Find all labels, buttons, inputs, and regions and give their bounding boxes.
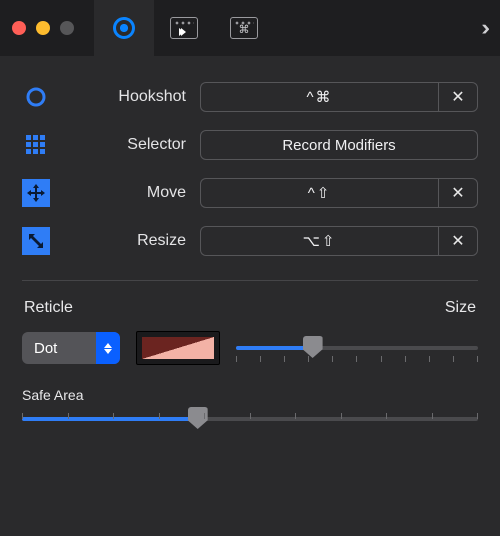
hookshot-icon — [22, 83, 50, 111]
reticle-size-slider[interactable] — [236, 346, 478, 350]
resize-icon — [22, 227, 50, 255]
selector-window-icon — [170, 17, 198, 39]
resize-shortcut-clear[interactable]: ✕ — [438, 226, 478, 256]
safe-area-section: Safe Area — [22, 387, 478, 421]
move-icon — [22, 179, 50, 207]
row-resize: Resize ⌥⇧ ✕ — [22, 226, 478, 256]
safe-area-heading: Safe Area — [22, 387, 478, 403]
hookshot-shortcut-clear[interactable]: ✕ — [438, 82, 478, 112]
tab-hookshot[interactable] — [94, 0, 154, 56]
move-shortcut-clear[interactable]: ✕ — [438, 178, 478, 208]
window-zoom-button[interactable] — [60, 21, 74, 35]
selector-label: Selector — [76, 136, 186, 154]
toolbar-overflow-button[interactable]: ›› — [481, 15, 490, 41]
section-divider — [22, 280, 478, 281]
window-close-button[interactable] — [12, 21, 26, 35]
move-shortcut-field[interactable]: ^⇧ — [200, 178, 438, 208]
window-controls — [12, 21, 74, 35]
target-icon — [113, 17, 135, 39]
hookshot-label: Hookshot — [76, 88, 186, 106]
toolbar-tabs — [94, 0, 274, 56]
selector-icon — [22, 131, 50, 159]
resize-shortcut-field[interactable]: ⌥⇧ — [200, 226, 438, 256]
command-window-icon — [230, 17, 258, 39]
reticle-style-value: Dot — [34, 340, 57, 357]
shortcut-rows: Hookshot ^⌘ ✕ Selector Record Modifiers — [22, 82, 478, 256]
row-selector: Selector Record Modifiers — [22, 130, 478, 160]
reticle-section: Reticle Size Dot — [22, 299, 478, 365]
reticle-color-well[interactable] — [136, 331, 220, 365]
safe-area-slider-wrap — [22, 417, 478, 421]
reticle-size-heading: Size — [445, 299, 476, 317]
row-move: Move ^⇧ ✕ — [22, 178, 478, 208]
preferences-pane: Hookshot ^⌘ ✕ Selector Record Modifiers — [0, 56, 500, 433]
tab-selector[interactable] — [154, 0, 214, 56]
hookshot-shortcut-field[interactable]: ^⌘ — [200, 82, 438, 112]
resize-label: Resize — [76, 232, 186, 250]
safe-area-slider[interactable] — [22, 417, 478, 421]
select-stepper-icon — [96, 332, 120, 364]
titlebar: ›› — [0, 0, 500, 56]
row-hookshot: Hookshot ^⌘ ✕ — [22, 82, 478, 112]
reticle-heading: Reticle — [24, 299, 73, 317]
window-minimize-button[interactable] — [36, 21, 50, 35]
move-label: Move — [76, 184, 186, 202]
tab-shortcuts[interactable] — [214, 0, 274, 56]
reticle-style-select[interactable]: Dot — [22, 332, 120, 364]
reticle-size-slider-wrap — [236, 332, 478, 364]
color-swatch — [142, 337, 214, 359]
selector-shortcut-field[interactable]: Record Modifiers — [200, 130, 478, 160]
